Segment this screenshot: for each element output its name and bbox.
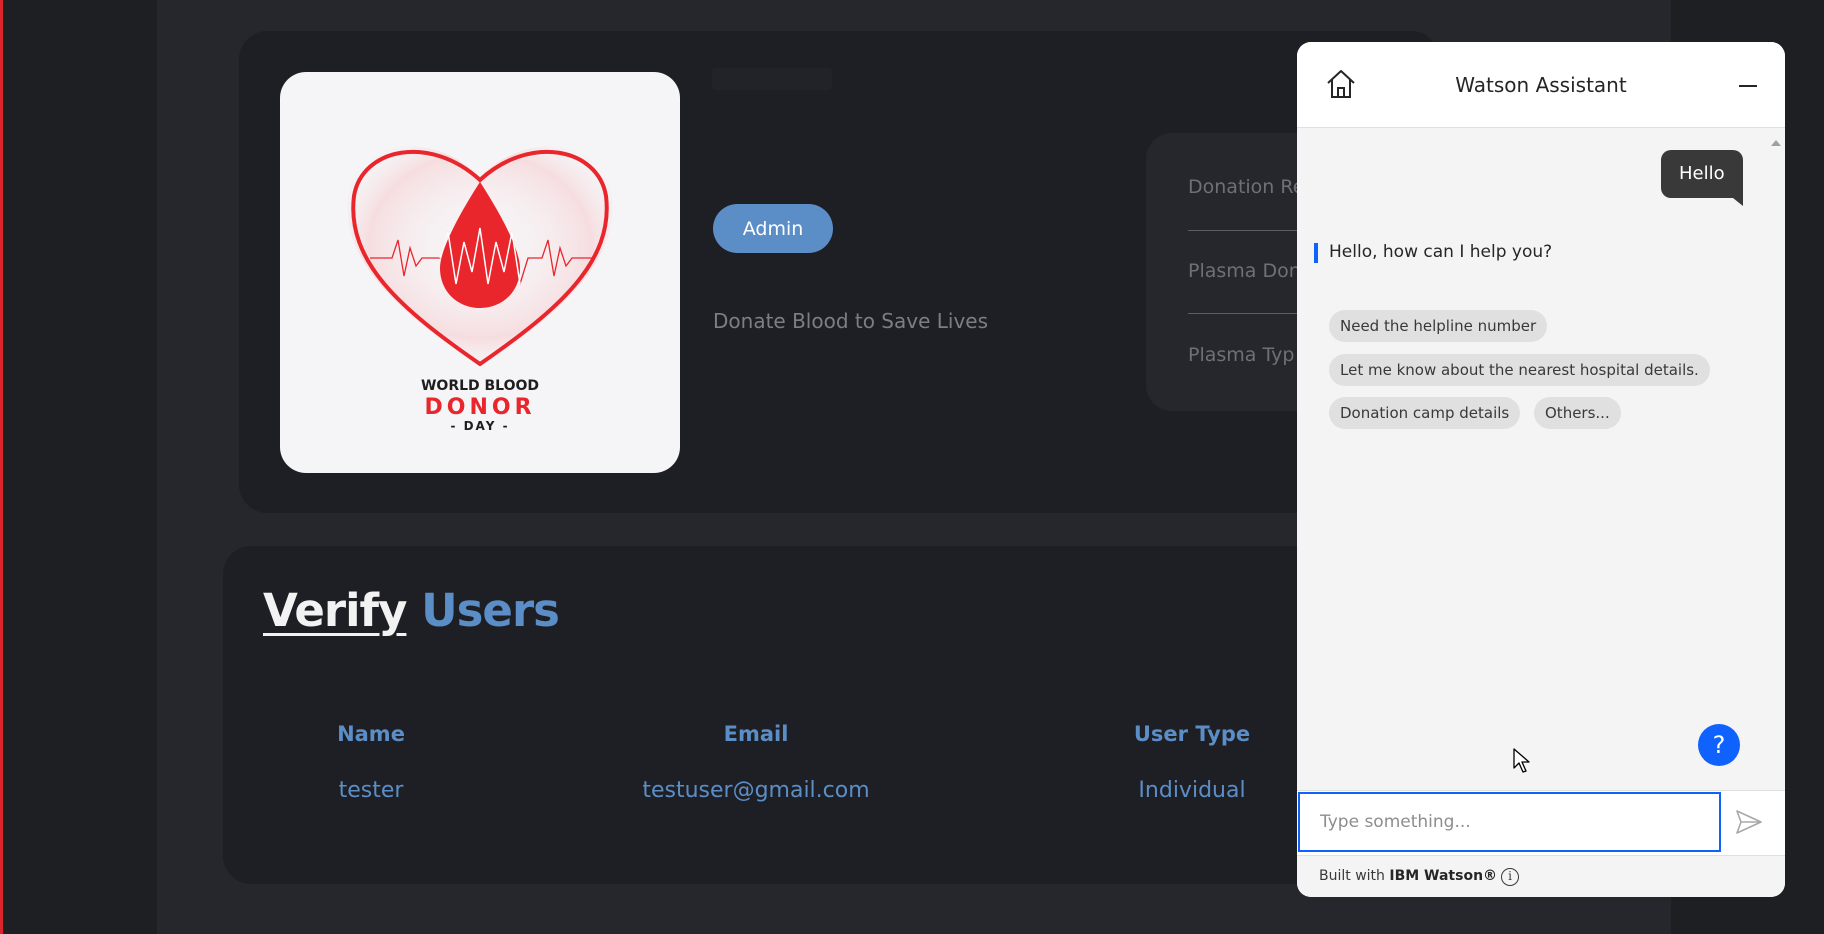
chat-input-area <box>1297 790 1785 855</box>
logo-line-2: DONOR <box>424 395 535 420</box>
chat-header: Watson Assistant <box>1297 42 1785 128</box>
chat-message-input[interactable] <box>1298 792 1721 852</box>
option-donation-camp[interactable]: Donation camp details <box>1329 397 1521 429</box>
stat-donation-label: Donation Re <box>1188 176 1305 198</box>
verify-users-title: Verify Users <box>263 584 560 637</box>
home-icon[interactable] <box>1323 66 1359 102</box>
send-icon[interactable] <box>1734 807 1764 837</box>
chat-title: Watson Assistant <box>1455 73 1627 97</box>
user-message-bubble: Hello <box>1661 150 1743 206</box>
verify-title-word1: Verify <box>263 584 407 637</box>
minimize-icon[interactable] <box>1733 70 1763 100</box>
verify-title-word2: Users <box>421 584 560 637</box>
left-margin <box>3 0 157 934</box>
table-cell-email: testuser@gmail.com <box>642 778 870 803</box>
column-header-name: Name <box>337 722 405 746</box>
table-cell-user-type: Individual <box>1138 778 1246 803</box>
bot-message: Hello, how can I help you? <box>1329 242 1553 262</box>
chat-scrollbar[interactable] <box>1767 132 1781 822</box>
profile-name-placeholder <box>712 68 832 90</box>
option-nearest-hospital[interactable]: Let me know about the nearest hospital d… <box>1329 354 1710 386</box>
bot-message-indicator <box>1314 243 1318 263</box>
footer-prefix: Built with <box>1319 868 1385 884</box>
info-icon[interactable]: i <box>1501 868 1519 886</box>
logo-line-3: - DAY - <box>450 419 509 433</box>
scroll-up-icon[interactable] <box>1771 140 1781 146</box>
option-others[interactable]: Others... <box>1534 397 1621 429</box>
column-header-user-type: User Type <box>1133 722 1251 746</box>
chat-footer: Built with IBM Watson® i <box>1297 855 1785 897</box>
logo-line-1: WORLD BLOOD <box>421 378 539 394</box>
role-badge: Admin <box>713 204 833 253</box>
mouse-cursor-icon <box>1513 748 1531 774</box>
help-icon[interactable]: ? <box>1698 724 1740 766</box>
column-header-email: Email <box>723 722 789 746</box>
footer-brand: IBM Watson® <box>1389 868 1498 884</box>
option-helpline[interactable]: Need the helpline number <box>1329 310 1548 342</box>
stat-plasma-donation-label: Plasma Don <box>1188 260 1301 282</box>
built-with-label: Built with IBM Watson® <box>1319 868 1497 884</box>
watson-assistant-widget: Watson Assistant Hello Hello, how can I … <box>1297 42 1785 897</box>
profile-tagline: Donate Blood to Save Lives <box>713 309 989 333</box>
stat-plasma-type-label: Plasma Typ <box>1188 344 1295 366</box>
table-cell-name: tester <box>338 778 404 803</box>
blood-donor-logo: WORLD BLOOD DONOR - DAY - <box>280 72 680 473</box>
